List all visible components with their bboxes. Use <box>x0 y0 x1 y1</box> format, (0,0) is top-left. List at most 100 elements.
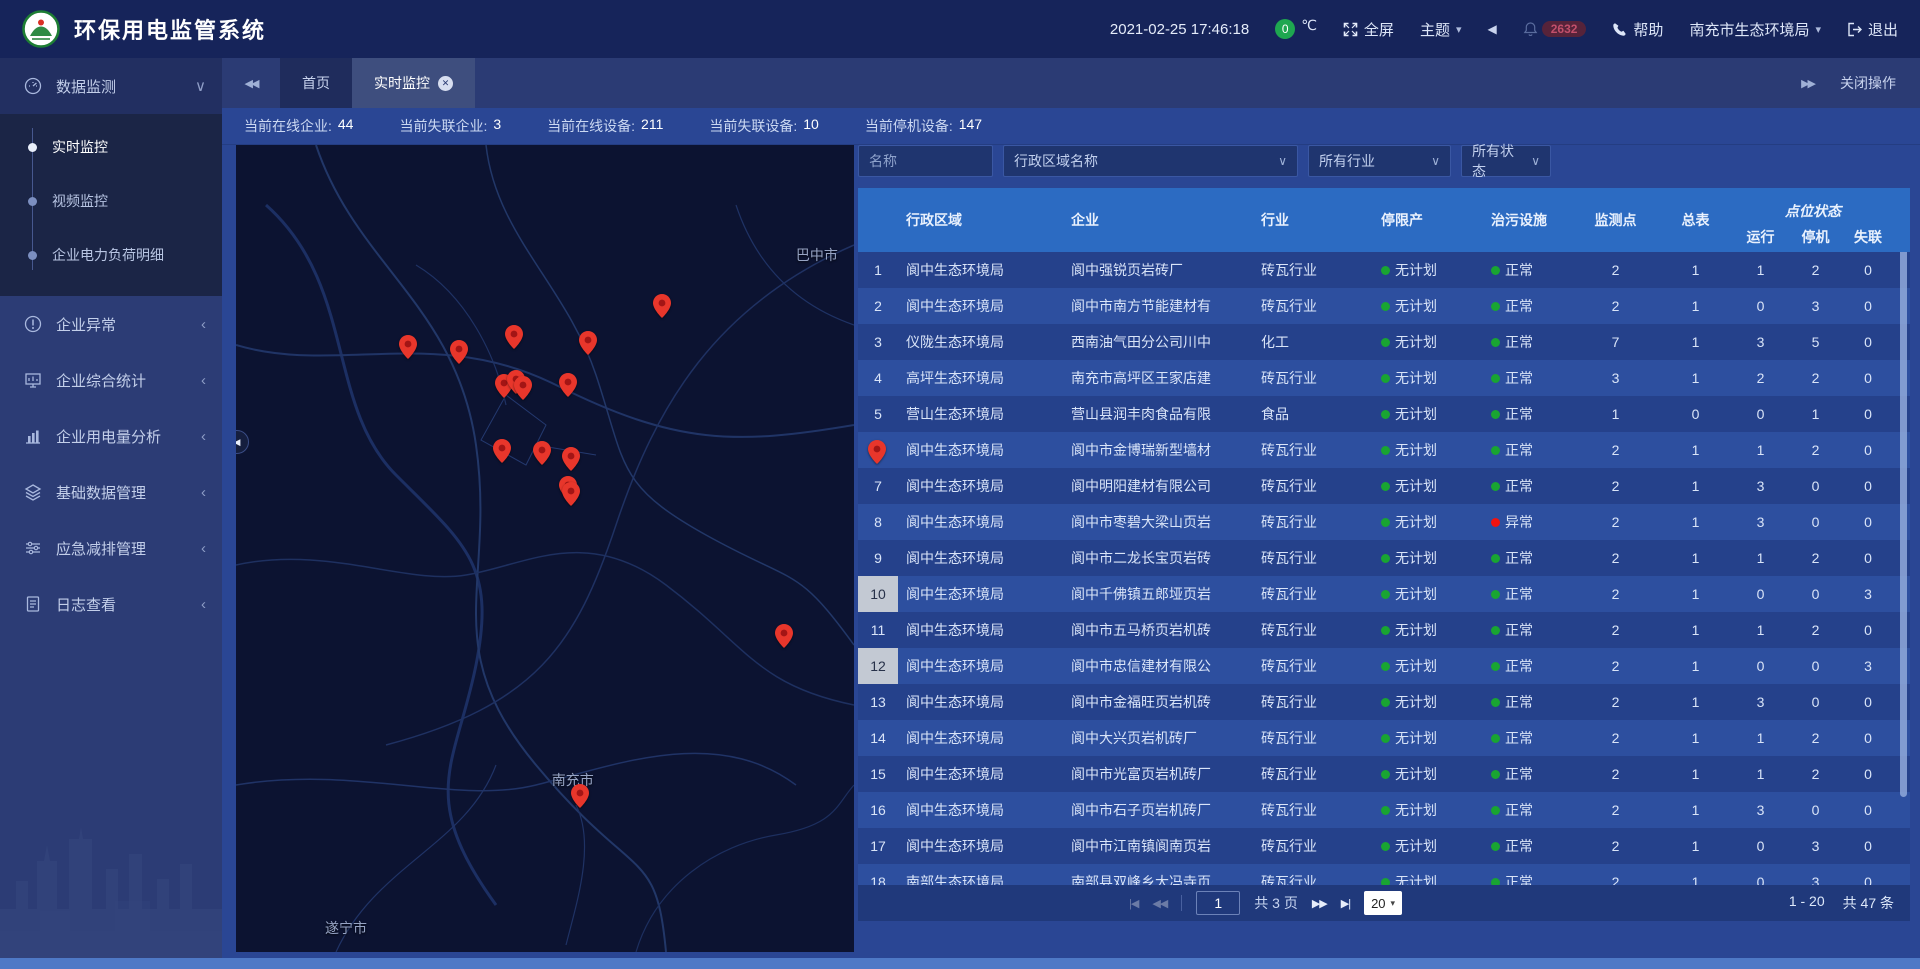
horizontal-scrollbar[interactable] <box>0 958 1920 969</box>
row-monitor-count: 2 <box>1573 514 1658 530</box>
table-row[interactable]: 3 仪陇生态环境局 西南油气田分公司川中 化工 无计划 正常 7 <box>858 324 1910 360</box>
prev-page-button[interactable]: ◀◀ <box>1152 897 1167 910</box>
status-dot <box>1381 374 1390 383</box>
table-row[interactable]: 11 阆中生态环境局 阆中市五马桥页岩机砖 砖瓦行业 无计划 正常 2 <box>858 612 1910 648</box>
row-meter-count: 1 <box>1658 442 1733 458</box>
column-header-region: 行政区域 <box>898 188 1063 252</box>
sidebar-item-base-data[interactable]: 基础数据管理 ‹ <box>0 464 222 520</box>
first-page-button[interactable]: |◀ <box>1129 897 1138 910</box>
row-industry: 化工 <box>1253 332 1373 352</box>
industry-filter-select[interactable]: 所有行业 ∨ <box>1308 145 1451 177</box>
map-pin[interactable] <box>493 439 511 463</box>
main-content: ◀◀ 首页 实时监控 ✕ ▶▶ 关闭操作 当前在线企业: 44 <box>222 58 1920 969</box>
fullscreen-button[interactable]: 全屏 <box>1343 19 1394 40</box>
row-meter-count: 1 <box>1658 550 1733 566</box>
table-row[interactable]: 7 阆中生态环境局 阆中明阳建材有限公司 砖瓦行业 无计划 正常 2 <box>858 468 1910 504</box>
page-size-select[interactable]: 20 ▾ <box>1364 891 1402 915</box>
horizontal-scrollbar-thumb[interactable] <box>0 958 1920 969</box>
sidebar-item-data-monitoring[interactable]: 数据监测 ∨ <box>0 58 222 114</box>
name-filter-input[interactable] <box>858 145 993 177</box>
caret-down-icon: ▾ <box>1456 23 1462 36</box>
sidebar-item-company-statistics[interactable]: 企业综合统计 ‹ <box>0 352 222 408</box>
row-index: 9 <box>858 540 898 576</box>
chevron-down-icon: ▾ <box>1391 898 1396 909</box>
map-pin[interactable] <box>562 482 580 506</box>
map-pin[interactable] <box>559 373 577 397</box>
row-halt-count: 0 <box>1788 658 1843 674</box>
table-row[interactable]: 14 阆中生态环境局 阆中大兴页岩机砖厂 砖瓦行业 无计划 正常 2 <box>858 720 1910 756</box>
notification-bell[interactable]: 2632 <box>1523 21 1587 37</box>
map-pin[interactable] <box>505 325 523 349</box>
row-meter-count: 1 <box>1658 334 1733 350</box>
theme-dropdown[interactable]: 主题 ▾ <box>1420 19 1462 40</box>
sidebar-item-company-abnormal[interactable]: 企业异常 ‹ <box>0 296 222 352</box>
tab-close-icon[interactable]: ✕ <box>438 76 453 91</box>
page-number-input[interactable] <box>1196 891 1240 915</box>
row-region: 阆中生态环境局 <box>898 512 1063 532</box>
table-row[interactable]: 18 南部生态环境局 南部县双峰乡大冯寺页 砖瓦行业 无计划 正常 2 <box>858 864 1910 885</box>
map-pin[interactable] <box>579 331 597 355</box>
row-lost-count: 0 <box>1843 874 1893 885</box>
row-index: 5 <box>858 396 898 432</box>
row-halt-count: 2 <box>1788 262 1843 278</box>
sidebar-item-log-view[interactable]: 日志查看 ‹ <box>0 576 222 632</box>
row-lost-count: 3 <box>1843 658 1893 674</box>
filter-bar: 行政区域名称 ∨ 所有行业 ∨ 所有状态 ∨ <box>858 145 1910 179</box>
last-page-button[interactable]: ▶| <box>1341 897 1350 910</box>
map-pin[interactable] <box>653 294 671 318</box>
org-dropdown[interactable]: 南充市生态环境局 ▾ <box>1689 19 1821 40</box>
table-row[interactable]: 12 阆中生态环境局 阆中市忠信建材有限公 砖瓦行业 无计划 正常 2 <box>858 648 1910 684</box>
table-row[interactable]: 6 阆中生态环境局 阆中市金博瑞新型墙材 砖瓦行业 无计划 正常 2 <box>858 432 1910 468</box>
map-pin[interactable] <box>514 376 532 400</box>
sidebar-submenu: 实时监控 视频监控 企业电力负荷明细 <box>0 114 222 296</box>
table-row[interactable]: 9 阆中生态环境局 阆中市二龙长宝页岩砖 砖瓦行业 无计划 正常 2 <box>858 540 1910 576</box>
stray-map-pin[interactable] <box>868 440 886 464</box>
row-index: 15 <box>858 756 898 792</box>
table-row[interactable]: 10 阆中生态环境局 阆中千佛镇五郎垭页岩 砖瓦行业 无计划 正常 2 <box>858 576 1910 612</box>
next-page-button[interactable]: ▶▶ <box>1312 897 1327 910</box>
map-pin[interactable] <box>450 340 468 364</box>
status-filter-select[interactable]: 所有状态 ∨ <box>1461 145 1551 177</box>
table-row[interactable]: 4 高坪生态环境局 南充市高坪区王家店建 砖瓦行业 无计划 正常 3 <box>858 360 1910 396</box>
column-header-index <box>858 188 898 252</box>
table-row[interactable]: 2 阆中生态环境局 阆中市南方节能建材有 砖瓦行业 无计划 正常 2 <box>858 288 1910 324</box>
tab-realtime-monitoring[interactable]: 实时监控 ✕ <box>352 58 475 108</box>
table-row[interactable]: 13 阆中生态环境局 阆中市金福旺页岩机砖 砖瓦行业 无计划 正常 2 <box>858 684 1910 720</box>
sidebar-item-video-monitoring[interactable]: 视频监控 <box>0 174 222 228</box>
table-vertical-scrollbar[interactable] <box>1900 252 1907 797</box>
map-pin[interactable] <box>533 441 551 465</box>
map-pin[interactable] <box>562 447 580 471</box>
sidebar-item-power-load-detail[interactable]: 企业电力负荷明细 <box>0 228 222 282</box>
row-lost-count: 0 <box>1843 622 1893 638</box>
tab-home[interactable]: 首页 <box>280 58 352 108</box>
region-filter-select[interactable]: 行政区域名称 ∨ <box>1003 145 1298 177</box>
sidebar-item-emergency-reduction[interactable]: 应急减排管理 ‹ <box>0 520 222 576</box>
tabs-scroll-left-button[interactable]: ◀◀ <box>222 58 280 108</box>
row-run-count: 0 <box>1733 874 1788 885</box>
sound-toggle[interactable]: ◀ <box>1487 22 1496 36</box>
sidebar-item-realtime-monitoring[interactable]: 实时监控 <box>0 120 222 174</box>
table-row[interactable]: 17 阆中生态环境局 阆中市江南镇阆南页岩 砖瓦行业 无计划 正常 2 <box>858 828 1910 864</box>
status-dot <box>1381 734 1390 743</box>
map-pin[interactable] <box>775 624 793 648</box>
sidebar-item-power-analysis[interactable]: 企业用电量分析 ‹ <box>0 408 222 464</box>
table-row[interactable]: 16 阆中生态环境局 阆中市石子页岩机砖厂 砖瓦行业 无计划 正常 2 <box>858 792 1910 828</box>
chevron-left-icon: ‹ <box>201 372 206 389</box>
map-pin[interactable] <box>571 784 589 808</box>
logout-button[interactable]: 退出 <box>1847 19 1898 40</box>
table-row[interactable]: 15 阆中生态环境局 阆中市光富页岩机砖厂 砖瓦行业 无计划 正常 2 <box>858 756 1910 792</box>
row-meter-count: 1 <box>1658 730 1733 746</box>
row-run-count: 1 <box>1733 766 1788 782</box>
row-halt-count: 0 <box>1788 586 1843 602</box>
row-lost-count: 0 <box>1843 514 1893 530</box>
row-halt-count: 0 <box>1788 514 1843 530</box>
close-operations-button[interactable]: 关闭操作 <box>1840 73 1896 93</box>
map-pin[interactable] <box>399 335 417 359</box>
table-row[interactable]: 8 阆中生态环境局 阆中市枣碧大梁山页岩 砖瓦行业 无计划 异常 2 <box>858 504 1910 540</box>
map-panel[interactable]: 巴中市 南充市 遂宁市 <box>236 145 854 952</box>
row-index: 18 <box>858 864 898 885</box>
table-row[interactable]: 1 阆中生态环境局 阆中强锐页岩砖厂 砖瓦行业 无计划 正常 2 <box>858 252 1910 288</box>
table-row[interactable]: 5 营山生态环境局 营山县润丰肉食品有限 食品 无计划 正常 1 <box>858 396 1910 432</box>
tabs-scroll-right-button[interactable]: ▶▶ <box>1801 77 1814 90</box>
help-button[interactable]: 帮助 <box>1612 19 1663 40</box>
